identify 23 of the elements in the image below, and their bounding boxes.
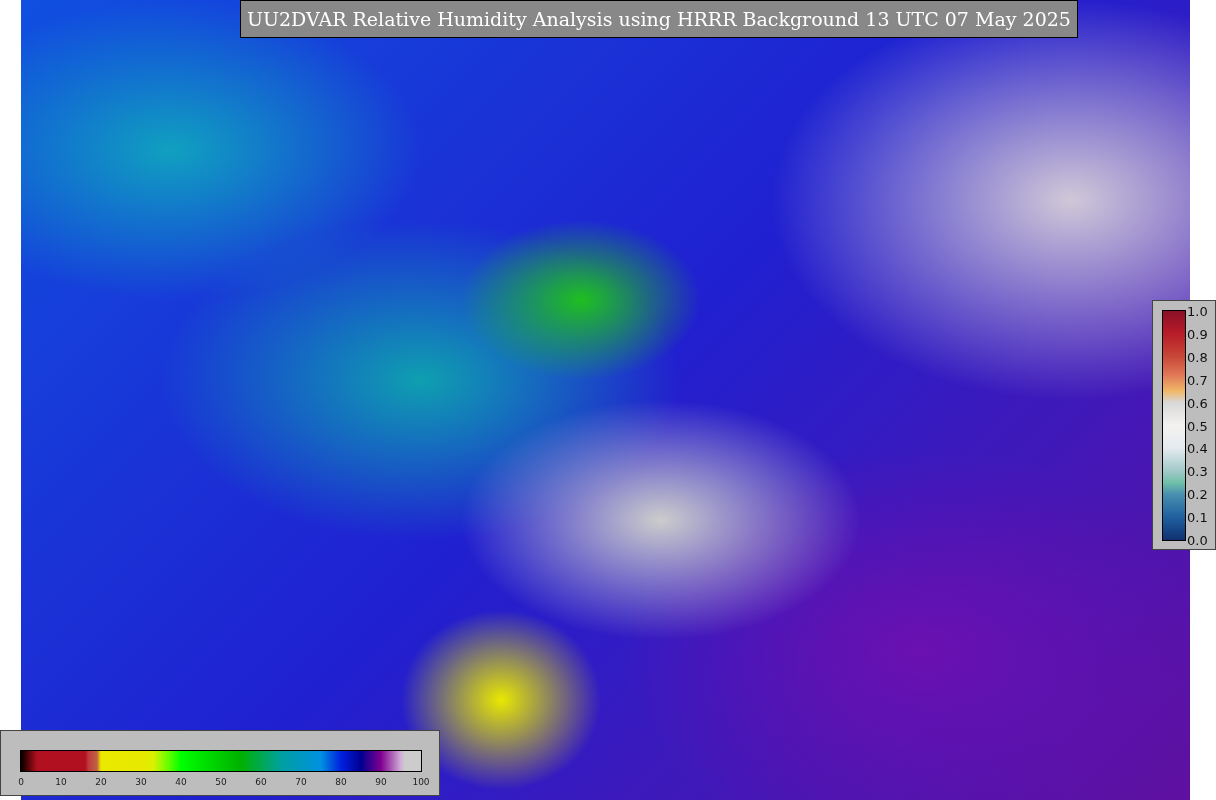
scale-label: 0.0 [1187, 532, 1208, 548]
scale-label: 40 [175, 777, 187, 787]
scale-label: 0 [18, 777, 24, 787]
scale-label: 0.1 [1187, 509, 1208, 525]
scale-label: 0.5 [1187, 418, 1208, 433]
scale-label: 100 [412, 777, 430, 787]
scale-label: 1.0 [1187, 303, 1208, 319]
scale-label: 0.7 [1187, 372, 1208, 388]
scale-label: 90 [375, 777, 387, 787]
scale-label: 20 [95, 777, 107, 787]
scale-label: 60 [255, 777, 267, 787]
scale-label: 30 [135, 777, 147, 787]
scale-label: 0.4 [1187, 440, 1208, 456]
scale-label: 70 [295, 777, 307, 787]
scale-label: 0.8 [1187, 349, 1208, 365]
scale-label: 10 [55, 777, 67, 787]
scale-label: 0.6 [1187, 395, 1208, 411]
scale-label: 80 [335, 777, 347, 787]
scale-label: 50 [215, 777, 227, 787]
scale-label: 0.2 [1187, 486, 1208, 502]
scale-label: 0.9 [1187, 326, 1208, 342]
scale-label: 0.3 [1187, 463, 1208, 479]
map-title: UU2DVAR Relative Humidity Analysis using HRRR Background 13 UTC 07 May 2025 [240, 0, 1078, 38]
